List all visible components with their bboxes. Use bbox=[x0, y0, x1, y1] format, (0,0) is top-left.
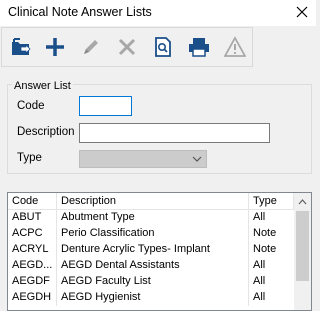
pencil-icon bbox=[84, 40, 98, 54]
preview-button[interactable] bbox=[149, 33, 177, 61]
warning-triangle-icon bbox=[224, 36, 246, 57]
cell-divider bbox=[56, 274, 57, 290]
cell-divider bbox=[248, 274, 249, 290]
column-divider[interactable] bbox=[248, 193, 249, 210]
folder-arrow-icon bbox=[12, 38, 31, 55]
cell-divider bbox=[56, 258, 57, 274]
column-header-description[interactable]: Description bbox=[61, 195, 116, 207]
row-type: All bbox=[253, 259, 266, 271]
warning-button[interactable] bbox=[221, 33, 249, 61]
row-code: AEGDH bbox=[12, 291, 52, 303]
chevron-up-icon bbox=[298, 198, 307, 204]
close-icon bbox=[296, 6, 308, 18]
document-search-icon bbox=[155, 37, 171, 57]
row-description: Denture Acrylic Types- Implant bbox=[61, 243, 210, 255]
cell-divider bbox=[248, 290, 249, 306]
add-button[interactable] bbox=[41, 33, 69, 61]
row-code: ABUT bbox=[12, 211, 42, 223]
table-row[interactable]: AEGD... AEGD Dental Assistants All bbox=[8, 258, 294, 274]
table-header: Code Description Type bbox=[8, 193, 294, 210]
description-input[interactable] bbox=[79, 123, 270, 143]
x-icon bbox=[118, 38, 136, 56]
cell-divider bbox=[248, 210, 249, 226]
table-row[interactable]: AEGDF AEGD Faculty List All bbox=[8, 274, 294, 290]
row-description: Abutment Type bbox=[61, 211, 135, 223]
table-row[interactable]: ABUT Abutment Type All bbox=[8, 210, 294, 226]
delete-button[interactable] bbox=[113, 33, 141, 61]
toolbar bbox=[1, 27, 253, 67]
row-type: All bbox=[253, 291, 266, 303]
row-type: Note bbox=[253, 227, 277, 239]
cell-divider bbox=[56, 290, 57, 306]
title-bar: Clinical Note Answer Lists bbox=[0, 0, 316, 26]
column-divider[interactable] bbox=[56, 193, 57, 210]
answer-list-legend: Answer List bbox=[12, 80, 73, 92]
edit-button[interactable] bbox=[77, 33, 105, 61]
row-type: All bbox=[253, 211, 266, 223]
table-body: ABUT Abutment Type All ACPC Perio Classi… bbox=[8, 210, 294, 306]
table-row[interactable]: ACPC Perio Classification Note bbox=[8, 226, 294, 242]
row-code: ACPC bbox=[12, 227, 43, 239]
open-folder-button[interactable] bbox=[7, 33, 35, 61]
answer-list-table[interactable]: Code Description Type ABUT Abutment Type… bbox=[7, 192, 312, 311]
description-label: Description bbox=[17, 126, 75, 138]
cell-divider bbox=[56, 242, 57, 258]
plus-icon bbox=[46, 38, 64, 56]
cell-divider bbox=[56, 210, 57, 226]
row-description: Perio Classification bbox=[61, 227, 155, 239]
code-label: Code bbox=[17, 100, 45, 112]
column-header-type[interactable]: Type bbox=[253, 195, 277, 207]
print-button[interactable] bbox=[185, 33, 213, 61]
chevron-down-icon bbox=[191, 153, 203, 165]
code-input[interactable] bbox=[79, 96, 132, 116]
scroll-up-button[interactable] bbox=[294, 193, 311, 210]
scrollbar-thumb[interactable] bbox=[296, 211, 309, 281]
row-description: AEGD Hygienist bbox=[61, 291, 141, 303]
row-code: AEGD... bbox=[12, 259, 53, 271]
cell-divider bbox=[56, 226, 57, 242]
vertical-scrollbar[interactable] bbox=[294, 193, 311, 310]
row-description: AEGD Dental Assistants bbox=[61, 259, 180, 271]
row-type: Note bbox=[253, 243, 277, 255]
row-code: ACRYL bbox=[12, 243, 49, 255]
row-description: AEGD Faculty List bbox=[61, 275, 151, 287]
column-header-code[interactable]: Code bbox=[12, 195, 38, 207]
close-button[interactable] bbox=[292, 2, 312, 22]
cell-divider bbox=[248, 226, 249, 242]
cell-divider bbox=[248, 258, 249, 274]
cell-divider bbox=[248, 242, 249, 258]
table-row[interactable]: ACRYL Denture Acrylic Types- Implant Not… bbox=[8, 242, 294, 258]
type-label: Type bbox=[17, 152, 42, 164]
type-select[interactable] bbox=[79, 150, 207, 168]
printer-icon bbox=[189, 38, 209, 57]
window-title: Clinical Note Answer Lists bbox=[8, 5, 152, 19]
row-code: AEGDF bbox=[12, 275, 50, 287]
row-type: All bbox=[253, 275, 266, 287]
table-row[interactable]: AEGDH AEGD Hygienist All bbox=[8, 290, 294, 306]
